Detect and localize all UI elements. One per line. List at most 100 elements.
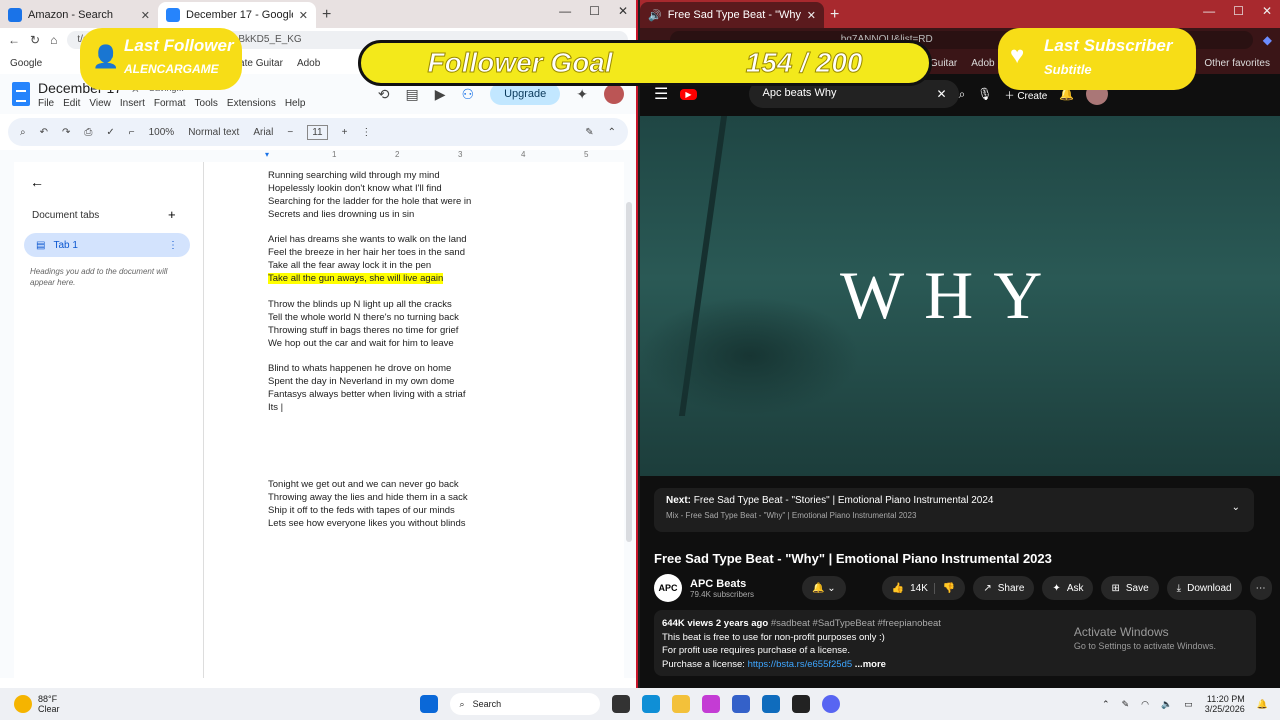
font-size-decrease[interactable]: − [287,127,293,138]
more-actions-button[interactable]: ⋯ [1249,576,1272,600]
battery-icon[interactable]: ▭ [1184,699,1193,710]
task-view-icon[interactable] [611,695,630,713]
speaker-icon[interactable]: 🔊 [648,9,662,22]
lyric-line[interactable] [268,466,608,479]
lyric-line[interactable]: Its | [268,402,608,415]
clear-search-icon[interactable]: ✕ [937,87,947,101]
download-button[interactable]: ⤓ Download [1166,576,1242,600]
more-icon[interactable]: ⋮ [361,127,371,138]
lyric-line[interactable]: We hop out the car and wait for him to l… [268,338,608,351]
close-icon[interactable]: ✕ [299,9,308,22]
tab-google-docs[interactable]: December 17 - Google Docs ✕ [158,2,316,28]
document-scrollbar[interactable] [626,202,632,542]
hashtags[interactable]: #sadbeat #SadTypeBeat #freepianobeat [771,618,941,629]
spellcheck-icon[interactable]: ✓ [106,127,114,138]
style-select[interactable]: Normal text [188,127,239,138]
video-player[interactable]: WHY [640,116,1280,476]
menu-file[interactable]: File [38,98,54,109]
tab-options-icon[interactable]: ⋮ [168,240,178,251]
lyrics-text[interactable]: Running searching wild through my mind Ho… [268,170,608,531]
weather-widget[interactable]: 88°F Clear [14,694,60,714]
lyric-line[interactable] [268,350,608,363]
channel-avatar[interactable]: APC [654,574,682,602]
lyric-line[interactable] [268,441,608,454]
search-menus-icon[interactable]: ⌕ [20,127,26,138]
obs-icon[interactable] [791,695,810,713]
lyric-line[interactable]: Throwing away the lies and hide them in … [268,492,608,505]
close-icon[interactable]: ✕ [807,9,816,22]
maximize-button[interactable]: ☐ [589,4,600,18]
store-icon[interactable] [731,695,750,713]
menu-view[interactable]: View [89,98,111,109]
meet-icon[interactable]: ▶ [435,86,446,103]
like-button[interactable]: 👍 14K 👎 [881,576,966,600]
account-avatar[interactable] [604,84,624,104]
lyric-line[interactable]: Ariel has dreams she wants to walk on th… [268,234,608,247]
lyric-line[interactable]: Fantasys always better when living with … [268,389,608,402]
lyric-line[interactable]: Tell the whole world N there's no turnin… [268,312,608,325]
menu-help[interactable]: Help [285,98,306,109]
menu-edit[interactable]: Edit [63,98,80,109]
tab-youtube[interactable]: 🔊 Free Sad Type Beat - "Why" | E ✕ [640,2,824,28]
print-icon[interactable]: ⎙ [84,127,92,138]
font-size-increase[interactable]: + [342,127,348,138]
start-icon[interactable] [419,695,438,713]
menu-tools[interactable]: Tools [195,98,218,109]
lyric-line[interactable]: Take all the gun aways, she will live ag… [268,273,608,286]
outlook-icon[interactable] [761,695,780,713]
discord-icon[interactable] [821,695,840,713]
bookmark-adobe[interactable]: Adob [297,58,320,69]
reload-icon[interactable]: ↻ [30,33,40,47]
comments-icon[interactable]: ▤ [405,86,418,103]
copilot-icon[interactable]: ◆ [1263,33,1272,47]
menu-format[interactable]: Format [154,98,186,109]
lyric-line[interactable]: Spent the day in Neverland in my own dom… [268,376,608,389]
chevron-up-icon[interactable]: ⌃ [1102,699,1110,710]
document-page[interactable]: Running searching wild through my mind Ho… [204,162,624,678]
docs-logo-icon[interactable] [12,82,30,106]
edge-icon[interactable] [641,695,660,713]
zoom-select[interactable]: 100% [149,127,175,138]
bookmark-adobe[interactable]: Adob [971,58,994,69]
add-tab-icon[interactable]: + [168,207,176,222]
lyric-line[interactable]: Searching for the ladder for the hole th… [268,196,608,209]
close-window-button[interactable]: ✕ [1262,4,1272,18]
font-size-field[interactable]: 11 [307,124,328,140]
lyric-line[interactable]: Hopelessly lookin don't know what I'll f… [268,183,608,196]
menu-icon[interactable]: ☰ [654,84,668,104]
lyric-line[interactable]: Take all the fear away lock it in the pe… [268,260,608,273]
lyric-line[interactable] [268,428,608,441]
tab-1-item[interactable]: ▤ Tab 1 ⋮ [24,233,190,257]
bookmark-google[interactable]: Google [10,58,42,69]
new-tab-button[interactable]: + [322,6,331,24]
lyric-line[interactable] [268,415,608,428]
upgrade-button[interactable]: Upgrade [490,83,561,105]
copilot-icon[interactable] [701,695,720,713]
close-window-button[interactable]: ✕ [618,4,628,18]
collapse-toolbar-icon[interactable]: ⌃ [608,127,616,138]
wifi-icon[interactable]: ◠ [1141,699,1149,710]
minimize-button[interactable]: — [1203,4,1215,18]
taskbar-search[interactable]: ⌕ Search [449,693,600,715]
back-icon[interactable]: ← [8,33,20,47]
home-icon[interactable]: ⌂ [50,33,57,47]
lyric-line[interactable]: Tonight we get out and we can never go b… [268,479,608,492]
lyric-line[interactable]: Throw the blinds up N light up all the c… [268,299,608,312]
lyric-line[interactable]: Blind to whats happenen he drove on home [268,363,608,376]
microphone-icon[interactable]: 🎙 [977,87,992,101]
file-explorer-icon[interactable] [671,695,690,713]
share-people-icon[interactable]: ⚇ [462,86,475,103]
editing-mode-icon[interactable]: ✎ [585,127,593,138]
lyric-line[interactable] [268,454,608,467]
notification-bell-button[interactable]: 🔔 ⌄ [802,576,846,600]
redo-icon[interactable]: ↷ [62,127,70,138]
lyric-line[interactable] [268,222,608,235]
other-favorites[interactable]: Other favorites [1204,58,1270,69]
menu-extensions[interactable]: Extensions [227,98,276,109]
chevron-down-icon[interactable]: ⌄ [1232,502,1240,513]
pen-icon[interactable]: ✎ [1122,699,1130,710]
license-link[interactable]: https://bsta.rs/e655f25d5 [748,659,853,670]
more-link[interactable]: ...more [855,659,886,670]
share-button[interactable]: ↗ Share [973,576,1035,600]
ask-button[interactable]: ✦ Ask [1042,576,1094,600]
